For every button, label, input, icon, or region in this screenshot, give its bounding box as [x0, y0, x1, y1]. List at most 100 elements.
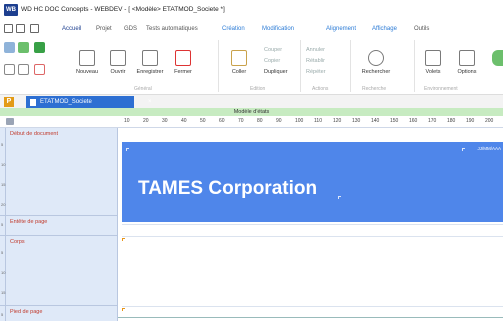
- group-recherche: Recherche: [362, 86, 387, 92]
- nouveau-button[interactable]: Nouveau: [72, 50, 102, 75]
- ruler-label: 90: [276, 118, 282, 124]
- volets-button[interactable]: Volets: [418, 50, 448, 75]
- report-canvas[interactable]: TAMES Corporation JJ/MM/AAA: [118, 128, 503, 321]
- ribbon-separator: [218, 40, 219, 92]
- dupliquer-button[interactable]: Dupliquer: [264, 69, 288, 75]
- ruler-corner-icon[interactable]: [6, 118, 14, 125]
- rechercher-button[interactable]: Rechercher: [356, 50, 396, 75]
- undo-icon[interactable]: [4, 64, 15, 75]
- grid-icon[interactable]: [34, 42, 45, 53]
- group-general: Général: [134, 86, 152, 92]
- section-entete-page[interactable]: 5 Entête de page: [0, 216, 118, 236]
- vertical-ruler: 5: [0, 306, 6, 321]
- footer-marker: [122, 308, 125, 311]
- nouveau-label: Nouveau: [75, 69, 99, 75]
- copier-button[interactable]: Copier: [264, 58, 280, 64]
- tab-creation[interactable]: Création: [222, 26, 245, 32]
- horizontal-ruler: 10 20 30 40 50 60 70 80 90 100 110 120 130 140 150 160 1…: [0, 116, 503, 128]
- new-file-icon: [79, 50, 95, 66]
- section-divider: [122, 306, 503, 307]
- section-label: Pied de page: [10, 309, 43, 315]
- options-label: Options: [457, 69, 477, 75]
- options-button[interactable]: Options: [452, 50, 482, 75]
- save-icon[interactable]: [30, 24, 39, 33]
- ruler-label: 100: [295, 118, 304, 124]
- ruler-label: 80: [257, 118, 263, 124]
- ouvrir-button[interactable]: Ouvrir: [103, 50, 133, 75]
- ouvrir-label: Ouvrir: [110, 69, 126, 75]
- tab-alignement[interactable]: Alignement: [326, 26, 356, 32]
- search-icon: [368, 50, 384, 66]
- coller-button[interactable]: Coller: [224, 50, 254, 75]
- ruler-label: 200: [485, 118, 494, 124]
- annuler-button[interactable]: Annuler: [306, 47, 325, 53]
- section-label: Entête de page: [10, 219, 48, 225]
- ribbon-separator: [414, 40, 415, 92]
- section-divider: [122, 224, 503, 225]
- section-pied-page[interactable]: 5 Pied de page: [0, 306, 118, 321]
- ruler-label: 10: [124, 118, 130, 124]
- ribbon-tabs: Accueil Projet GDS Tests automatiques Cr…: [0, 20, 503, 36]
- section-label: Corps: [10, 239, 25, 245]
- editor-title: Modèle d'états: [233, 109, 270, 115]
- compare-icon[interactable]: [34, 64, 45, 75]
- window-title: WD HC DOC Concepts - WEBDEV - [ <Modèle>…: [21, 6, 225, 13]
- tab-accueil[interactable]: Accueil: [59, 26, 84, 36]
- ruler-label: 140: [371, 118, 380, 124]
- project-icon[interactable]: [18, 42, 29, 53]
- corner-marker: [338, 196, 341, 199]
- ruler-label: 130: [352, 118, 361, 124]
- ruler-label: 150: [390, 118, 399, 124]
- ruler-label: 110: [314, 118, 322, 124]
- extra-icon[interactable]: [492, 50, 503, 66]
- document-tab-label: ETATMOD_Societe: [40, 99, 92, 105]
- redo-icon[interactable]: [18, 64, 29, 75]
- company-title[interactable]: TAMES Corporation: [138, 178, 317, 200]
- tab-projet[interactable]: Projet: [96, 26, 112, 32]
- app-logo: WB: [4, 4, 18, 16]
- ruler-label: 120: [333, 118, 342, 124]
- color-icon[interactable]: [4, 42, 15, 53]
- group-edition: Edition: [250, 86, 266, 92]
- ruler-label: 40: [181, 118, 187, 124]
- section-panel: 5 10 15 20 Début de document 5 Entête de pa…: [0, 128, 118, 321]
- ribbon: Nouveau Ouvrir Enregistrer Fermer Généra…: [0, 34, 503, 94]
- ribbon-separator: [350, 40, 351, 92]
- page-bottom-line: [118, 317, 503, 318]
- open-doc-icon[interactable]: [16, 24, 25, 33]
- tab-tests[interactable]: Tests automatiques: [146, 26, 198, 32]
- open-folder-icon: [110, 50, 126, 66]
- vertical-ruler: 5: [0, 216, 6, 235]
- tab-gds[interactable]: GDS: [124, 26, 137, 32]
- repeter-button[interactable]: Répéter: [306, 69, 326, 75]
- vertical-ruler: 5 10 15: [0, 236, 6, 305]
- ruler-label: 170: [428, 118, 437, 124]
- tab-modification[interactable]: Modification: [262, 26, 294, 32]
- header-banner[interactable]: TAMES Corporation JJ/MM/AAA: [122, 142, 503, 222]
- section-debut-document[interactable]: 5 10 15 20 Début de document: [0, 128, 118, 216]
- fermer-button[interactable]: Fermer: [168, 50, 198, 75]
- ruler-label: 190: [466, 118, 475, 124]
- date-field[interactable]: JJ/MM/AAA: [477, 146, 501, 151]
- body-marker: [122, 238, 125, 241]
- fermer-label: Fermer: [174, 69, 192, 75]
- tab-affichage[interactable]: Affichage: [372, 26, 397, 32]
- ruler-label: 30: [162, 118, 168, 124]
- new-doc-icon[interactable]: [4, 24, 13, 33]
- document-tab-strip: P ETATMOD_Societe ×: [0, 94, 503, 109]
- tab-outils[interactable]: Outils: [414, 26, 429, 32]
- enregistrer-button[interactable]: Enregistrer: [133, 50, 167, 75]
- title-bar: WB WD HC DOC Concepts - WEBDEV - [ <Modè…: [0, 0, 503, 20]
- corner-marker: [462, 148, 465, 151]
- ruler-label: 50: [200, 118, 206, 124]
- panes-icon: [425, 50, 441, 66]
- group-actions: Actions: [312, 86, 329, 92]
- corner-marker: [126, 148, 129, 151]
- retablir-button[interactable]: Rétablir: [306, 58, 325, 64]
- enregistrer-label: Enregistrer: [136, 69, 164, 75]
- document-icon: [30, 99, 36, 106]
- ruler-label: 60: [219, 118, 225, 124]
- couper-button[interactable]: Couper: [264, 47, 282, 53]
- section-corps[interactable]: 5 10 15 Corps: [0, 236, 118, 306]
- ruler-label: 180: [447, 118, 456, 124]
